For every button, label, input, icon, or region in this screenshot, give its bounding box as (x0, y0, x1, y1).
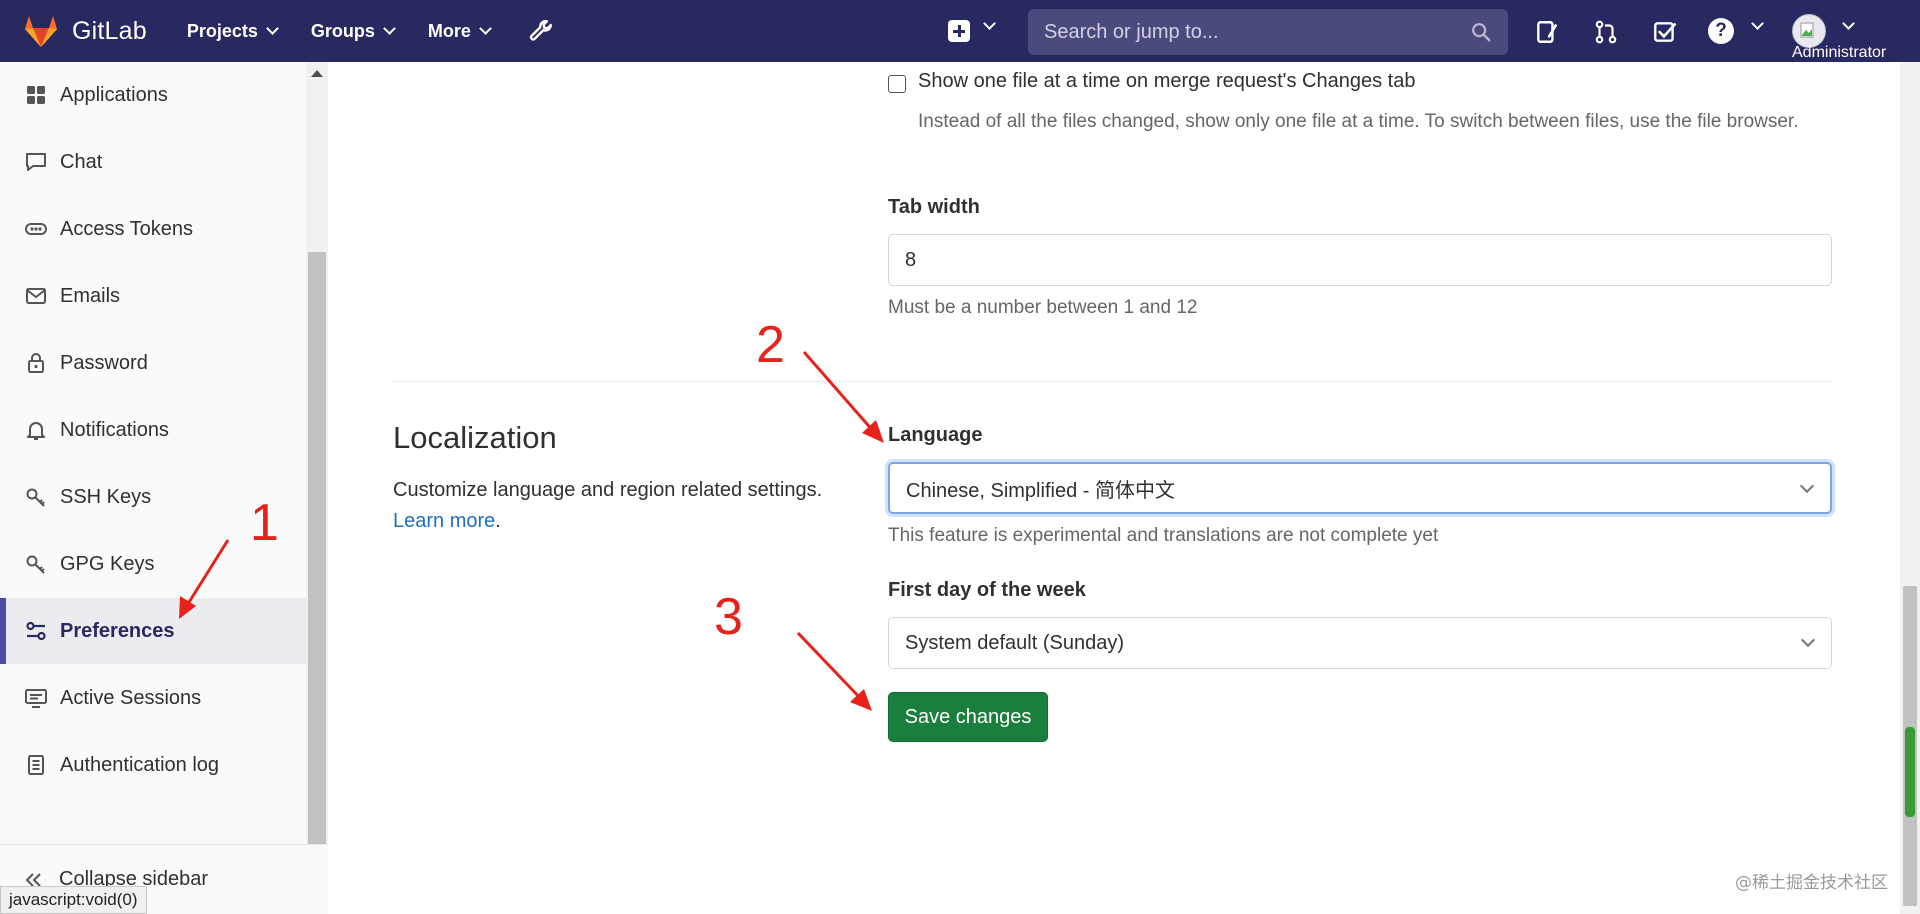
settings-sidebar: Applications Chat Access Tokens Emails Passw… (0, 62, 328, 914)
section-divider (393, 381, 1832, 382)
search-placeholder: Search or jump to... (1044, 20, 1219, 43)
sidebar-item-chat[interactable]: Chat (0, 129, 306, 195)
sidebar-item-emails[interactable]: Emails (0, 263, 306, 329)
first-day-select[interactable]: System default (Sunday) (888, 617, 1832, 669)
user-name: Administrator (1792, 44, 1887, 61)
sidebar-item-preferences[interactable]: Preferences (0, 598, 306, 664)
browser-status-bar: javascript:void(0) (0, 886, 147, 914)
chat-icon (23, 149, 49, 175)
sidebar-item-label: Preferences (60, 619, 175, 642)
sidebar-item-authentication-log[interactable]: Authentication log (0, 732, 306, 798)
new-item-icon[interactable] (948, 20, 970, 42)
sidebar-item-label: Password (60, 351, 148, 374)
scroll-indicator (1905, 727, 1915, 817)
tab-width-value: 8 (905, 248, 917, 271)
save-changes-button[interactable]: Save changes (888, 692, 1048, 742)
page-scrollbar[interactable] (1900, 62, 1920, 914)
log-icon (23, 752, 49, 778)
localization-description: Customize language and region related se… (393, 475, 853, 537)
sidebar-item-applications[interactable]: Applications (0, 62, 306, 128)
tab-width-input[interactable]: 8 (888, 234, 1832, 286)
chevron-down-icon[interactable] (1751, 17, 1764, 30)
annotation-number-1: 1 (250, 494, 279, 552)
annotation-number-2: 2 (756, 316, 785, 374)
sidebar-item-label: Active Sessions (60, 686, 202, 709)
scroll-up-arrow-icon[interactable] (311, 70, 323, 77)
sidebar-item-label: Authentication log (60, 753, 220, 776)
annotation-number-3: 3 (714, 588, 743, 646)
merge-requests-icon[interactable] (1593, 19, 1619, 45)
help-icon[interactable]: ? (1708, 18, 1734, 44)
sidebar-item-label: GPG Keys (60, 552, 155, 575)
search-input[interactable]: Search or jump to... (1028, 9, 1508, 55)
sidebar-item-label: SSH Keys (60, 485, 152, 508)
first-day-label: First day of the week (888, 579, 1086, 601)
bell-icon (23, 417, 49, 443)
nav-projects-label: Projects (186, 20, 258, 41)
sidebar-item-password[interactable]: Password (0, 330, 306, 396)
language-select[interactable]: Chinese, Simplified - 简体中文 (888, 462, 1832, 514)
nav-more-label: More (427, 20, 471, 41)
single-file-label[interactable]: Show one file at a time on merge request… (918, 70, 1415, 93)
chevron-down-icon (1800, 632, 1816, 648)
sidebar-item-active-sessions[interactable]: Active Sessions (0, 665, 306, 731)
token-icon (23, 216, 49, 242)
chevron-down-icon[interactable] (983, 17, 996, 30)
language-selected-value: Chinese, Simplified - 简体中文 (906, 479, 1175, 502)
preferences-main: Show one file at a time on merge request… (329, 62, 1900, 914)
sidebar-item-notifications[interactable]: Notifications (0, 397, 306, 463)
preferences-icon (23, 618, 49, 644)
monitor-icon (23, 685, 49, 711)
avatar[interactable] (1792, 14, 1826, 48)
localization-title: Localization (393, 420, 557, 455)
chevron-down-icon[interactable] (1842, 17, 1855, 30)
nav-groups-label: Groups (310, 20, 375, 41)
chevron-down-icon (383, 22, 396, 35)
issues-icon[interactable] (1534, 19, 1560, 45)
language-help: This feature is experimental and transla… (888, 525, 1439, 546)
gitlab-logo-icon (25, 16, 57, 47)
search-icon (1472, 23, 1491, 42)
single-file-help: Instead of all the files changed, show o… (918, 111, 1799, 132)
language-label: Language (888, 424, 983, 446)
chevron-down-icon (266, 22, 279, 35)
sidebar-item-access-tokens[interactable]: Access Tokens (0, 196, 306, 262)
top-navbar: GitLab Projects Groups More Search or ju… (0, 0, 1920, 62)
nav-more-dropdown[interactable]: More (427, 0, 492, 62)
sidebar-scrollbar[interactable] (306, 62, 328, 844)
chevron-down-icon (479, 22, 492, 35)
sidebar-item-label: Notifications (60, 418, 169, 441)
nav-projects-dropdown[interactable]: Projects (186, 0, 279, 62)
lock-icon (23, 350, 49, 376)
learn-more-suffix: . (495, 510, 501, 532)
key-icon (23, 551, 49, 577)
gitlab-home-link[interactable]: GitLab (22, 0, 147, 62)
watermark: @稀土掘金技术社区 (1735, 873, 1888, 893)
applications-icon (23, 82, 49, 108)
learn-more-link[interactable]: Learn more (393, 510, 495, 532)
first-day-selected-value: System default (Sunday) (905, 631, 1124, 654)
tab-width-help: Must be a number between 1 and 12 (888, 297, 1198, 318)
todos-icon[interactable] (1652, 19, 1678, 45)
scrollbar-thumb[interactable] (308, 252, 326, 844)
single-file-checkbox[interactable] (888, 75, 906, 93)
tab-width-label: Tab width (888, 196, 980, 218)
key-icon (23, 484, 49, 510)
mail-icon (23, 283, 49, 309)
sidebar-item-label: Chat (60, 150, 103, 173)
sidebar-item-label: Applications (60, 83, 168, 106)
brand-name: GitLab (72, 16, 147, 45)
sidebar-item-label: Access Tokens (60, 217, 194, 240)
localization-description-text: Customize language and region related se… (393, 479, 823, 501)
sidebar-item-label: Emails (60, 284, 121, 307)
admin-wrench-icon[interactable] (528, 18, 554, 44)
nav-groups-dropdown[interactable]: Groups (310, 0, 396, 62)
chevron-down-icon (1799, 478, 1815, 494)
